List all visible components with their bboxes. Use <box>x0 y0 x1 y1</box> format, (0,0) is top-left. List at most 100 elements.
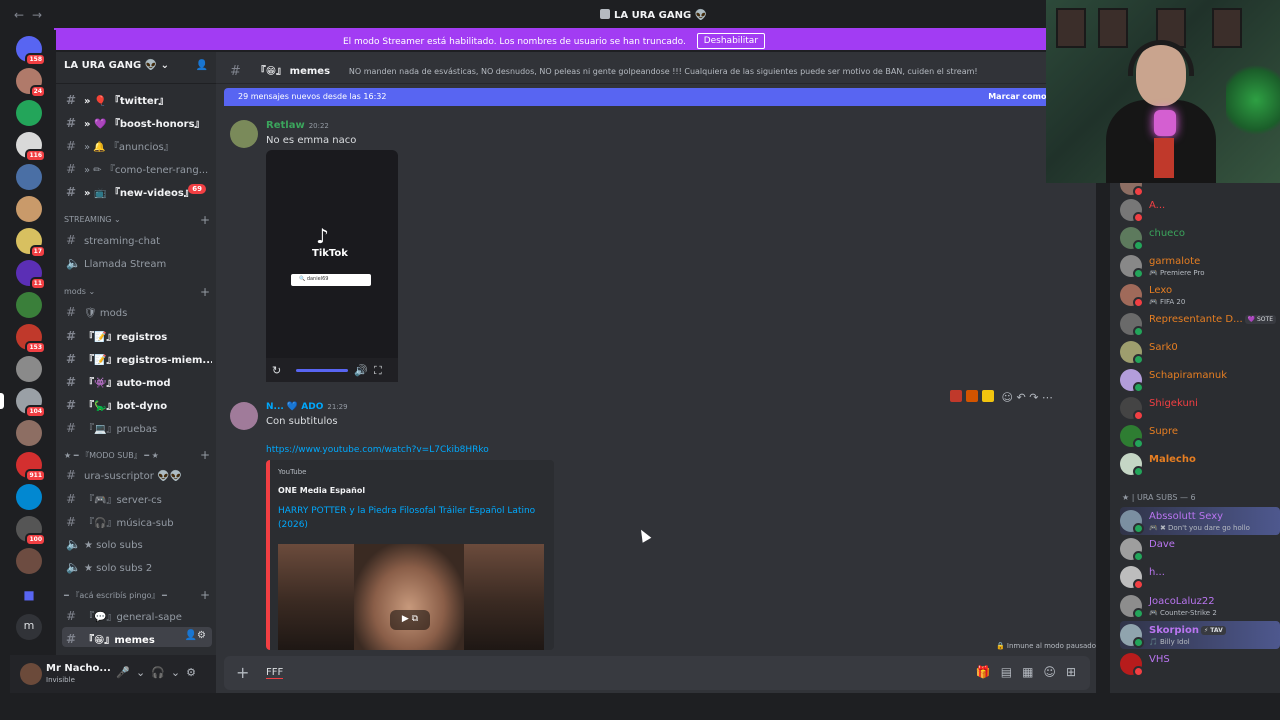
server-header[interactable]: LA URA GANG 👽 ⌄ 👤 <box>56 52 216 84</box>
member-item[interactable]: JoacoLaluz22 🎮 Counter-Strike 2 <box>1120 592 1280 620</box>
server-icon[interactable]: 24 <box>16 68 46 98</box>
more-options-icon[interactable]: ⋯ <box>1042 391 1053 404</box>
channel-como-tener-rango[interactable]: #» ✏ 『como-tener-rang... <box>62 157 212 177</box>
play-icon[interactable]: ▶ ⧉ <box>390 610 430 630</box>
server-icon[interactable] <box>16 548 42 574</box>
channel-anuncios[interactable]: #» 🔔 『anuncios』 <box>62 134 212 154</box>
message-composer[interactable]: + FFF 🎁▤▦☺⊞ <box>224 656 1090 690</box>
video-thumbnail[interactable]: ▶ ⧉ <box>278 544 544 650</box>
server-icon-m[interactable]: m <box>16 614 42 640</box>
server-icon[interactable] <box>16 292 42 318</box>
member-item[interactable]: Skorpion ⚡ TAV 🎵 Billy Idol <box>1120 621 1280 649</box>
replay-icon[interactable]: ↻ <box>272 364 281 377</box>
server-icon[interactable]: 11 <box>16 260 46 290</box>
message-author[interactable]: Retlaw 20:22 <box>266 120 329 131</box>
category-modo-sub[interactable]: ★ ━ 『MODO SUB』 ━ ★ + <box>64 448 214 462</box>
channel-general-sape[interactable]: # 『💬』general-sape <box>62 604 212 624</box>
user-avatar[interactable] <box>20 663 42 685</box>
composer-icons[interactable]: 🎁▤▦☺⊞ <box>976 665 1086 679</box>
add-channel-icon[interactable]: + <box>200 213 210 227</box>
server-icon[interactable] <box>16 164 42 190</box>
channel-settings-icon[interactable]: 👤⚙ <box>185 630 206 641</box>
channel-memes[interactable]: # 『😁』memes 👤⚙ <box>62 627 212 647</box>
category-mods[interactable]: mods ⌄ + <box>64 285 214 299</box>
video-progress-bar[interactable] <box>296 369 348 372</box>
attach-icon[interactable]: + <box>236 663 249 682</box>
reaction-icon[interactable] <box>950 390 962 402</box>
member-item[interactable]: VHS <box>1120 650 1280 678</box>
member-item[interactable]: Shigekuni <box>1120 394 1280 422</box>
server-icon[interactable]: 100 <box>16 516 46 546</box>
server-icon[interactable]: 116 <box>16 132 46 162</box>
message-author[interactable]: N... 💙 ADO 21:29 <box>266 402 348 412</box>
server-icon[interactable] <box>16 484 42 510</box>
direct-messages-icon[interactable]: 158 <box>16 36 46 66</box>
server-icon-active[interactable]: 104 <box>0 388 46 418</box>
member-item[interactable]: Representante D... 💜 SOTE <box>1120 310 1280 338</box>
server-icon[interactable] <box>16 356 42 382</box>
member-item[interactable]: h... <box>1120 563 1280 591</box>
mark-as-read-button[interactable]: Marcar como l <box>988 92 1052 101</box>
channel-boost-honors[interactable]: #» 💜 『boost-honors』 <box>62 111 212 131</box>
channel-mods[interactable]: # 🛡 mods <box>62 301 212 321</box>
add-reaction-icon[interactable]: ☺ <box>1002 391 1013 404</box>
channel-registros-miembros[interactable]: # 『📝』registros-miem... <box>62 347 212 367</box>
voice-solo-subs[interactable]: 🔈 ★ solo subs <box>62 533 212 553</box>
youtube-link[interactable]: https://www.youtube.com/watch?v=L7Ckib8H… <box>266 445 489 455</box>
plant <box>1226 60 1280 140</box>
member-item[interactable]: Sark0 <box>1120 338 1280 366</box>
voice-controls[interactable]: 🎤⌄🎧⌄⚙ <box>116 666 202 679</box>
add-channel-icon[interactable]: + <box>200 448 210 462</box>
server-icon[interactable]: 17 <box>16 228 46 258</box>
tiktok-video-embed[interactable]: ♪ TikTok 🔍 daniel69 ↻ 🔊 ⛶ <box>266 150 398 382</box>
member-item[interactable]: Lexo 🎮 FIFA 20 <box>1120 281 1280 309</box>
channel-auto-mod[interactable]: # 『👾』auto-mod <box>62 370 212 390</box>
server-icon[interactable] <box>16 100 42 126</box>
category-streaming[interactable]: STREAMING ⌄ + <box>64 213 214 227</box>
folder-icon[interactable]: ■ <box>16 582 42 608</box>
member-item[interactable]: A... <box>1120 196 1280 224</box>
back-forward-arrows[interactable]: ←→ <box>14 8 50 22</box>
message-input[interactable]: FFF <box>266 667 284 679</box>
member-item[interactable]: Dave <box>1120 535 1280 563</box>
channel-registros[interactable]: # 『📝』registros <box>62 324 212 344</box>
channel-topic[interactable]: NO manden nada de esvásticas, NO desnudo… <box>349 67 978 76</box>
server-icon[interactable]: 153 <box>16 324 46 354</box>
channel-new-videos[interactable]: #» 📺 『new-videos』 69 <box>62 180 212 200</box>
channel-pruebas[interactable]: # 『💻』pruebas <box>62 416 212 436</box>
server-icon[interactable]: 911 <box>16 452 46 482</box>
forward-icon[interactable]: ↷ <box>1029 391 1038 404</box>
add-channel-icon[interactable]: + <box>200 588 210 602</box>
member-item[interactable]: Schapiramanuk <box>1120 366 1280 394</box>
volume-icon[interactable]: 🔊 <box>354 364 368 377</box>
reaction-icon[interactable] <box>982 390 994 402</box>
member-item[interactable]: Supre <box>1120 422 1280 450</box>
channel-musica-sub[interactable]: # 『🎧』música-sub <box>62 510 212 530</box>
channel-twitter[interactable]: #» 🎈 『twitter』 <box>62 88 212 108</box>
member-item[interactable]: garmalote 🎮 Premiere Pro <box>1120 252 1280 280</box>
embed-title[interactable]: HARRY POTTER y la Piedra Filosofal Tráil… <box>278 504 538 532</box>
embed-channel[interactable]: ONE Media Español <box>278 486 365 495</box>
add-member-icon[interactable]: 👤 <box>196 60 208 71</box>
channel-streaming-chat[interactable]: # streaming-chat <box>62 229 212 249</box>
reply-icon[interactable]: ↶ <box>1016 391 1025 404</box>
reaction-icon[interactable] <box>966 390 978 402</box>
avatar[interactable] <box>230 120 258 148</box>
voice-llamada-stream[interactable]: 🔈 Llamada Stream <box>62 252 212 272</box>
unread-badge: 11 <box>29 277 46 290</box>
fullscreen-icon[interactable]: ⛶ <box>374 364 382 378</box>
channel-bot-dyno[interactable]: # 『🦕』bot-dyno <box>62 393 212 413</box>
new-messages-bar[interactable]: 29 mensajes nuevos desde las 16:32 Marca… <box>224 88 1054 106</box>
server-icon[interactable] <box>16 196 42 222</box>
voice-solo-subs-2[interactable]: 🔈 ★ solo subs 2 <box>62 556 212 576</box>
disable-streamer-button[interactable]: Deshabilitar <box>696 33 766 49</box>
server-icon[interactable] <box>16 420 42 446</box>
category-aca-escribis-pingo[interactable]: ━ 『acá escribís pingo』 ━ + <box>64 588 214 602</box>
member-item[interactable]: Abssolutt Sexy 🎮 ✖ Don't you dare go holl… <box>1120 507 1280 535</box>
member-item[interactable]: Malecho <box>1120 450 1280 478</box>
channel-ura-suscriptor[interactable]: # ura-suscriptor 👽👽 <box>62 464 212 484</box>
member-item[interactable]: chueco <box>1120 224 1280 252</box>
add-channel-icon[interactable]: + <box>200 285 210 299</box>
channel-server-cs[interactable]: # 『🎮』server-cs <box>62 487 212 507</box>
avatar[interactable] <box>230 402 258 430</box>
